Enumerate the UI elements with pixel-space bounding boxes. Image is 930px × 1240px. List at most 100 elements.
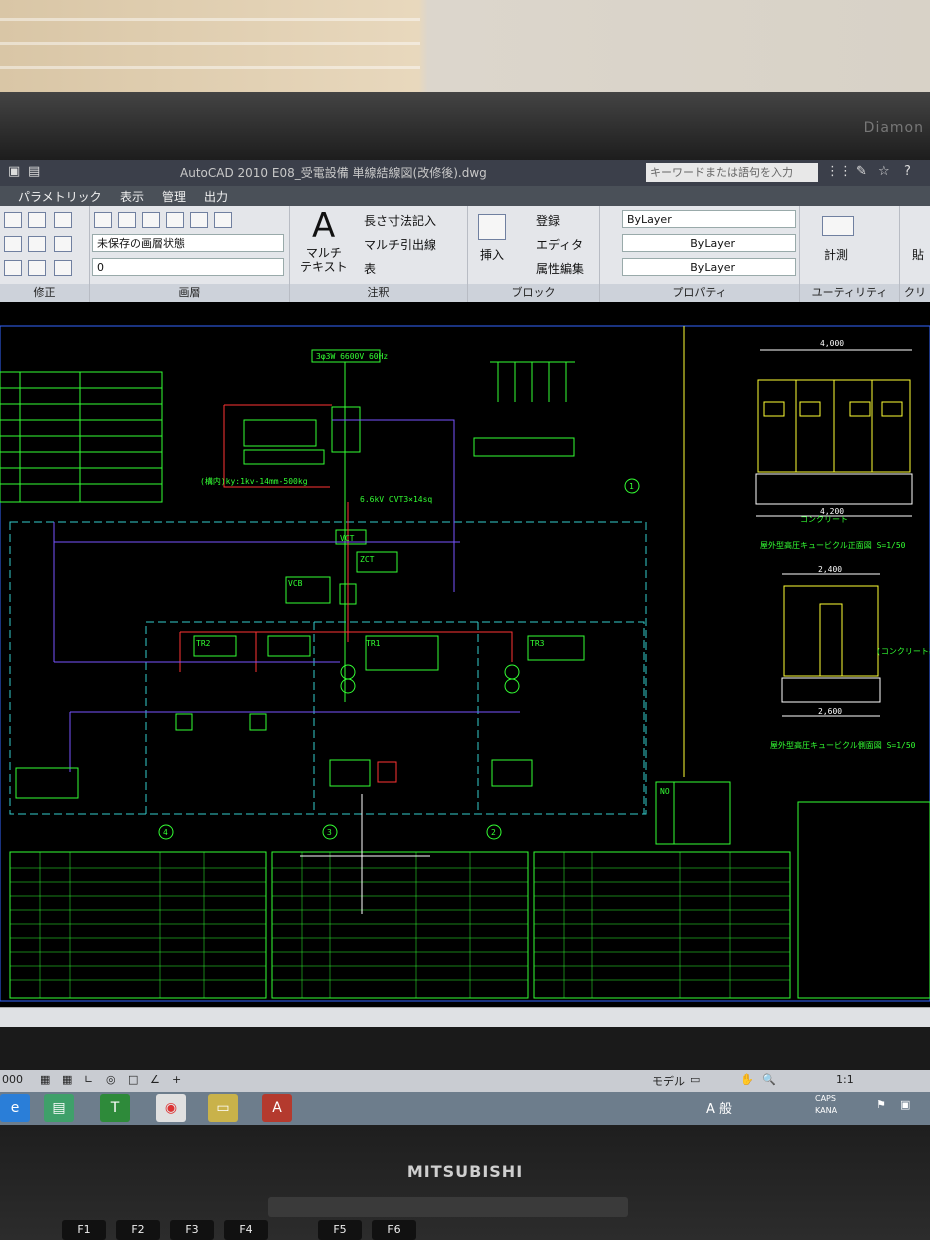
communication-center-icon[interactable]: ⋮⋮	[826, 164, 852, 179]
ime-indicator[interactable]: A 般	[706, 1098, 732, 1117]
trim-icon[interactable]	[28, 260, 46, 276]
table-button[interactable]: 表	[364, 260, 376, 277]
network-icon[interactable]: ▣	[900, 1098, 910, 1111]
flag-icon[interactable]: ⚑	[876, 1098, 886, 1111]
linetype-select[interactable]: ByLayer	[622, 234, 796, 252]
annotation-panel-label[interactable]: 注釈	[290, 284, 467, 302]
tab-view[interactable]: 表示	[120, 188, 144, 205]
paste-button[interactable]: 貼	[912, 246, 924, 263]
annotation-scale[interactable]: 1:1	[836, 1073, 854, 1086]
zoom-icon[interactable]: 🔍	[762, 1073, 776, 1086]
tab-parametric[interactable]: パラメトリック	[18, 188, 102, 205]
array-icon[interactable]	[54, 212, 72, 228]
key-f6: F6	[372, 1220, 416, 1240]
stretch-icon[interactable]	[28, 212, 46, 228]
layer-state-select[interactable]: 未保存の画層状態	[92, 234, 284, 252]
snap-icon[interactable]: ▦	[40, 1073, 50, 1086]
offset-icon[interactable]	[54, 236, 72, 252]
modify-panel-label[interactable]: 修正	[0, 284, 89, 302]
monitor-brand: MITSUBISHI	[406, 1162, 524, 1181]
ortho-icon[interactable]: ∟	[84, 1073, 93, 1086]
zct-label: ZCT	[360, 555, 375, 564]
block-editor-button[interactable]: エディタ	[536, 236, 583, 253]
background-wall	[0, 0, 930, 100]
attribute-edit-button[interactable]: 属性編集	[536, 260, 584, 277]
help-search-input[interactable]: キーワードまたは語句を入力	[646, 163, 818, 182]
help-icon[interactable]: ?	[904, 164, 911, 179]
supply-label: 3φ3W 6600V 60Hz	[316, 352, 388, 361]
polar-icon[interactable]: ◎	[106, 1073, 116, 1086]
measure-icon[interactable]	[822, 216, 854, 236]
otrack-icon[interactable]: ∠	[150, 1073, 160, 1086]
layers-panel-label[interactable]: 画層	[90, 284, 289, 302]
dim-side-bottom: 2,600	[818, 707, 842, 716]
properties-panel-label[interactable]: プロパティ	[600, 284, 799, 302]
key-f2: F2	[116, 1220, 160, 1240]
vct-label: VCT	[340, 534, 355, 543]
monitor-bezel-top	[0, 92, 930, 162]
block-create-button[interactable]: 登録	[536, 212, 560, 229]
tr3-label: TR3	[530, 639, 545, 648]
multiline-text-button[interactable]: マルチ テキスト	[300, 246, 348, 274]
key-f4: F4	[224, 1220, 268, 1240]
tools-icon[interactable]: ✎	[856, 164, 867, 179]
title-bar: ▣ ▤ AutoCAD 2010 E08_受電設備 単線結線図(改修後).dwg…	[0, 160, 930, 186]
pan-icon[interactable]: ✋	[740, 1073, 754, 1086]
measure-button[interactable]: 計測	[824, 246, 848, 263]
legend-title: NO	[660, 787, 670, 796]
chrome-icon[interactable]: ◉	[156, 1094, 186, 1122]
osnap-icon[interactable]: □	[128, 1073, 138, 1086]
concrete-label: コンクリート	[800, 515, 848, 524]
tr1-label: TR1	[366, 639, 381, 648]
utilities-panel-label[interactable]: ユーティリティ	[800, 284, 899, 302]
quick-access-icon[interactable]: ▤	[28, 164, 40, 179]
fillet-icon[interactable]	[28, 236, 46, 252]
layer-icon[interactable]	[118, 212, 136, 228]
multileader-button[interactable]: マルチ引出線	[364, 236, 436, 253]
block-panel-label[interactable]: ブロック	[468, 284, 599, 302]
app-menu-icon[interactable]: ▣	[8, 164, 20, 179]
layer-icon[interactable]	[190, 212, 208, 228]
model-button[interactable]: モデル	[652, 1073, 685, 1089]
caps-indicator: CAPS	[815, 1094, 836, 1103]
folder-icon[interactable]: ▭	[208, 1094, 238, 1122]
elevation-title-front: 屋外型高圧キュービクル正面図 S=1/50	[760, 540, 906, 550]
lineweight-select[interactable]: ByLayer	[622, 258, 796, 276]
layout-icon[interactable]: ▭	[690, 1073, 700, 1086]
key-f5: F5	[318, 1220, 362, 1240]
layers-panel: 未保存の画層状態 0 画層	[90, 206, 290, 302]
dim-bottom: 4,200	[820, 507, 844, 516]
favorites-icon[interactable]: ☆	[878, 164, 890, 179]
monitor-buttons[interactable]	[268, 1197, 628, 1217]
layer-icon[interactable]	[214, 212, 232, 228]
clipboard-panel: 貼 クリ	[900, 206, 930, 302]
clipboard-panel-label[interactable]: クリ	[900, 284, 930, 302]
explode-icon[interactable]	[54, 260, 72, 276]
mirror-icon[interactable]	[4, 236, 22, 252]
status-bar: 000 ▦ ▦ ∟ ◎ □ ∠ + モデル ▭ ✋ 🔍 1:1	[0, 1070, 930, 1092]
color-select[interactable]: ByLayer	[622, 210, 796, 228]
key-f1: F1	[62, 1220, 106, 1240]
dim-side: 2,400	[818, 565, 842, 574]
command-line[interactable]	[0, 1007, 930, 1028]
insert-icon[interactable]	[478, 214, 506, 240]
scale-icon[interactable]	[4, 260, 22, 276]
dyn-icon[interactable]: +	[172, 1073, 181, 1086]
tab-output[interactable]: 出力	[204, 188, 228, 205]
explorer-icon[interactable]: ▤	[44, 1094, 74, 1122]
drawing-canvas[interactable]: 3φ3W 6600V 60Hz (構内)ky:1kv-14mm-500kg 6.…	[0, 302, 930, 1007]
layer-icon[interactable]	[142, 212, 160, 228]
layer-properties-icon[interactable]	[94, 212, 112, 228]
tab-manage[interactable]: 管理	[162, 188, 186, 205]
multiline-text-icon[interactable]: A	[312, 206, 335, 246]
layer-icon[interactable]	[166, 212, 184, 228]
current-layer-select[interactable]: 0	[92, 258, 284, 276]
ie-icon[interactable]: e	[0, 1094, 30, 1122]
dim-linear-button[interactable]: 長さ寸法記入	[364, 212, 436, 229]
app-icon[interactable]: T	[100, 1094, 130, 1122]
grid-icon[interactable]: ▦	[62, 1073, 72, 1086]
insert-button[interactable]: 挿入	[480, 246, 504, 263]
copy-icon[interactable]	[4, 212, 22, 228]
autocad-icon[interactable]: A	[262, 1094, 292, 1122]
circle-label-1: 1	[629, 482, 634, 491]
